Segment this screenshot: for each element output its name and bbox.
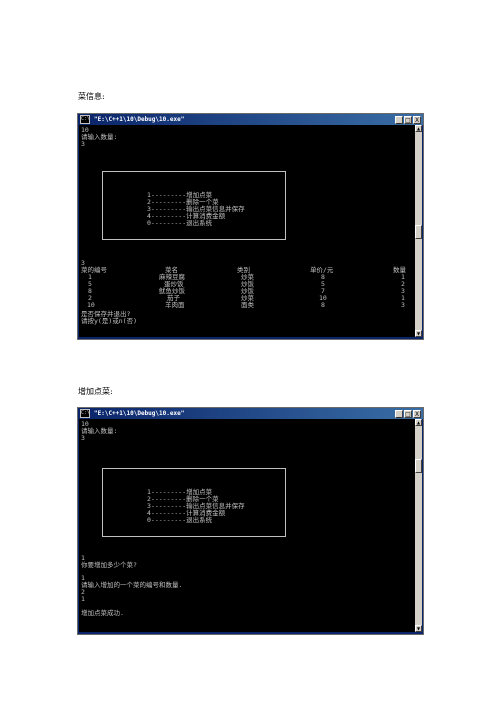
caption-dish-info: 菜信息: bbox=[78, 92, 105, 101]
close-button[interactable]: X bbox=[413, 409, 421, 418]
title-bar[interactable]: C:\ "E:\C++1\10\Debug\10.exe" _ □ X bbox=[78, 114, 423, 125]
console-line: 请输入数量: bbox=[81, 133, 118, 141]
vertical-scrollbar[interactable]: ▲ ▼ bbox=[415, 125, 422, 337]
scroll-up-arrow-icon[interactable]: ▲ bbox=[415, 125, 422, 132]
scroll-thumb[interactable] bbox=[415, 225, 422, 239]
close-button[interactable]: X bbox=[413, 115, 421, 124]
vertical-scrollbar[interactable]: ▲ ▼ bbox=[415, 419, 422, 632]
scroll-up-arrow-icon[interactable]: ▲ bbox=[415, 419, 422, 426]
table-cell: 面类 bbox=[241, 301, 254, 309]
console-output[interactable]: 10 请输入数量: 3 1---------增加点菜 2---------删除一… bbox=[79, 125, 422, 337]
console-line: 你要增加多少个菜? bbox=[81, 561, 137, 569]
minimize-button[interactable]: _ bbox=[395, 409, 403, 418]
console-line: 请按y(是)或n(否) bbox=[81, 317, 137, 325]
caption-add-order: 增加点菜: bbox=[78, 387, 113, 396]
console-line: 请输入数量: bbox=[81, 427, 118, 435]
table-cell: 3 bbox=[401, 301, 405, 309]
scroll-down-arrow-icon[interactable]: ▼ bbox=[415, 625, 422, 632]
window-title: "E:\C++1\10\Debug\10.exe" bbox=[94, 410, 185, 417]
minimize-button[interactable]: _ bbox=[395, 115, 403, 124]
console-window-2[interactable]: C:\ "E:\C++1\10\Debug\10.exe" _ □ X 10 请… bbox=[77, 407, 424, 635]
console-icon: C:\ bbox=[80, 115, 91, 124]
maximize-button[interactable]: □ bbox=[404, 409, 412, 418]
table-cell: 10 bbox=[87, 301, 95, 309]
console-line: 1 bbox=[81, 595, 85, 603]
title-bar[interactable]: C:\ "E:\C++1\10\Debug\10.exe" _ □ X bbox=[78, 408, 423, 419]
menu-item-exit: 0---------退出系统 bbox=[147, 219, 213, 227]
scroll-thumb[interactable] bbox=[415, 459, 422, 473]
console-line: 3 bbox=[81, 140, 85, 148]
console-output[interactable]: 10 请输入数量: 3 1---------增加点菜 2---------删除一… bbox=[79, 419, 422, 632]
console-line: 请输入增加的一个菜的编号和数量. bbox=[81, 581, 183, 589]
table-cell: 羊肉面 bbox=[165, 301, 185, 309]
scroll-down-arrow-icon[interactable]: ▼ bbox=[415, 330, 422, 337]
console-icon: C:\ bbox=[80, 409, 91, 418]
console-window-1[interactable]: C:\ "E:\C++1\10\Debug\10.exe" _ □ X 10 请… bbox=[77, 113, 424, 340]
menu-item-exit: 0---------退出系统 bbox=[147, 516, 213, 524]
console-line: 3 bbox=[81, 434, 85, 442]
table-cell: 8 bbox=[321, 301, 325, 309]
maximize-button[interactable]: □ bbox=[404, 115, 412, 124]
table-header-id: 菜的编号 bbox=[81, 266, 107, 274]
console-line: 增加点菜成功. bbox=[81, 609, 124, 617]
window-title: "E:\C++1\10\Debug\10.exe" bbox=[94, 116, 185, 123]
